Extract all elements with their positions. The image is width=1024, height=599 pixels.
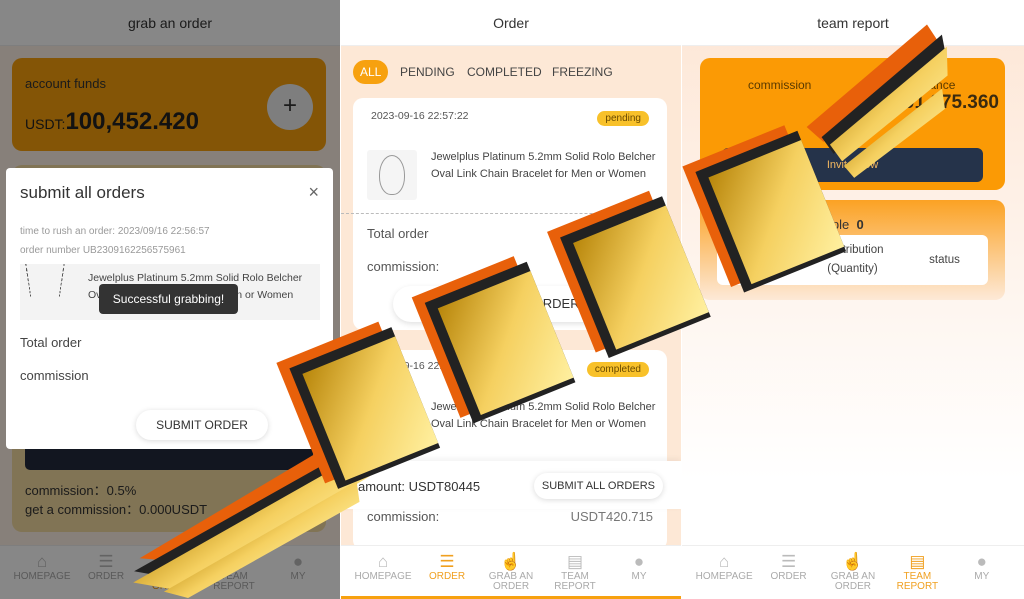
amount-label: amount:: [358, 479, 405, 494]
status-badge: pending: [597, 111, 649, 126]
total-order-label: Total order: [367, 226, 429, 241]
home-icon: ⌂: [377, 552, 389, 571]
submit-all-orders-button[interactable]: SUBMIT ALL ORDERS: [533, 473, 663, 499]
modal-title: submit all orders: [20, 183, 145, 202]
invite-now-button[interactable]: Invite Now: [722, 148, 983, 182]
report-chat-icon: ▤: [566, 552, 584, 571]
user-icon: ●: [976, 552, 987, 571]
time-label: time to rush an order:: [20, 226, 116, 237]
nav-grab-order[interactable]: ☝ GRAB AN ORDER: [481, 546, 541, 599]
order-time: 2023-09-16 22:57:22: [371, 110, 469, 122]
bottom-nav: ⌂ HOMEPAGE ☰ ORDER ☝ GRAB AN ORDER ▤ TEAM RE…: [341, 545, 681, 599]
tab-pending[interactable]: PENDING: [400, 60, 455, 84]
submit-bar: amount: USDT80445 SUBMIT ALL ORDERS: [341, 461, 681, 509]
submit-order-button[interactable]: SUBMIT ORDER: [136, 410, 268, 440]
tap-hand-icon: ☝: [500, 552, 522, 571]
total-people-label: Total number of people: [717, 217, 850, 232]
order-number: UB2309162256575961: [82, 245, 186, 256]
product-image: [367, 401, 417, 451]
status-badge: completed: [586, 362, 649, 377]
page-title: team report: [682, 0, 1024, 46]
divider: [341, 213, 667, 214]
column-user: User: [748, 253, 773, 266]
nav-grab-order[interactable]: ☝ GRAB AN ORDER: [823, 546, 883, 599]
confirm-order-button[interactable]: CONFIRM ORDER: [393, 286, 655, 322]
order-number-label: order number: [20, 245, 81, 256]
tab-completed[interactable]: COMPLETED: [467, 60, 542, 84]
column-contribution: Contribution (Quantity): [821, 244, 884, 275]
order-card: 2023-09-16 22:56:57 completed Jewelplus …: [353, 350, 667, 550]
team-table-header: User Contribution (Quantity) status: [717, 235, 988, 285]
team-report-screen: team report commission my balance USDT 1…: [682, 0, 1024, 599]
nav-my[interactable]: ● MY: [609, 546, 669, 599]
order-list-icon: ☰: [780, 552, 797, 571]
toast-message: Successful grabbing!: [99, 284, 238, 314]
nav-my[interactable]: ● MY: [952, 546, 1012, 599]
home-icon: ⌂: [719, 552, 730, 571]
nav-order[interactable]: ☰ ORDER: [417, 546, 477, 599]
commission-value: USDT420.715: [570, 509, 653, 524]
product-name: Jewelplus Platinum 5.2mm Solid Rolo Belc…: [431, 151, 656, 180]
report-chat-icon: ▤: [909, 552, 926, 571]
commission-label: commission: [748, 78, 812, 92]
column-status: status: [929, 253, 960, 266]
balance-label: my balance: [894, 78, 956, 92]
commission-label: commission: [20, 368, 89, 383]
balance-currency: USDT: [858, 99, 889, 111]
nav-team-report[interactable]: ▤ TEAM REPORT: [887, 546, 947, 599]
nav-order[interactable]: ☰ ORDER: [759, 546, 819, 599]
order-screen: Order ALL PENDING COMPLETED FREEZING 202…: [341, 0, 681, 599]
order-time: 2023-09-16 22:56:57: [371, 360, 469, 372]
time-value: 2023/09/16 22:56:57: [117, 226, 210, 237]
product-name: Jewelplus Platinum 5.2mm Solid Rolo Belc…: [431, 401, 656, 430]
tab-freezing[interactable]: FREEZING: [552, 60, 613, 84]
amount-value: USDT80445: [408, 479, 481, 494]
balance-value: 101,275.360: [893, 92, 999, 113]
bottom-nav: ⌂ HOMEPAGE ☰ ORDER ☝ GRAB AN ORDER ▤ TEAM RE…: [682, 545, 1024, 599]
commission-value: USDT402.225: [570, 259, 653, 274]
total-order-value: USDT80445: [581, 226, 653, 241]
balance-card: commission my balance USDT 101,275.360 I…: [700, 58, 1005, 190]
grab-order-screen: grab an order account funds USDT:100,452…: [0, 0, 340, 599]
close-icon[interactable]: ×: [308, 182, 319, 203]
commission-label: commission:: [367, 259, 440, 274]
team-card: Total number of people 0 User Contributi…: [700, 200, 1005, 300]
total-order-label: Total order: [20, 335, 82, 350]
nav-homepage[interactable]: ⌂ HOMEPAGE: [353, 546, 413, 599]
nav-homepage[interactable]: ⌂ HOMEPAGE: [694, 546, 754, 599]
tab-all[interactable]: ALL: [353, 60, 389, 84]
tap-hand-icon: ☝: [842, 552, 864, 571]
product-image: [24, 264, 66, 297]
order-card: 2023-09-16 22:57:22 pending Jewelplus Pl…: [341, 98, 667, 330]
product-image: [367, 150, 417, 200]
commission-label: commission:: [367, 509, 440, 524]
nav-team-report[interactable]: ▤ TEAM REPORT: [545, 546, 605, 599]
user-icon: ●: [633, 552, 645, 571]
page-title: Order: [341, 0, 681, 46]
total-people-value: 0: [856, 217, 864, 232]
order-list-icon: ☰: [439, 552, 455, 571]
